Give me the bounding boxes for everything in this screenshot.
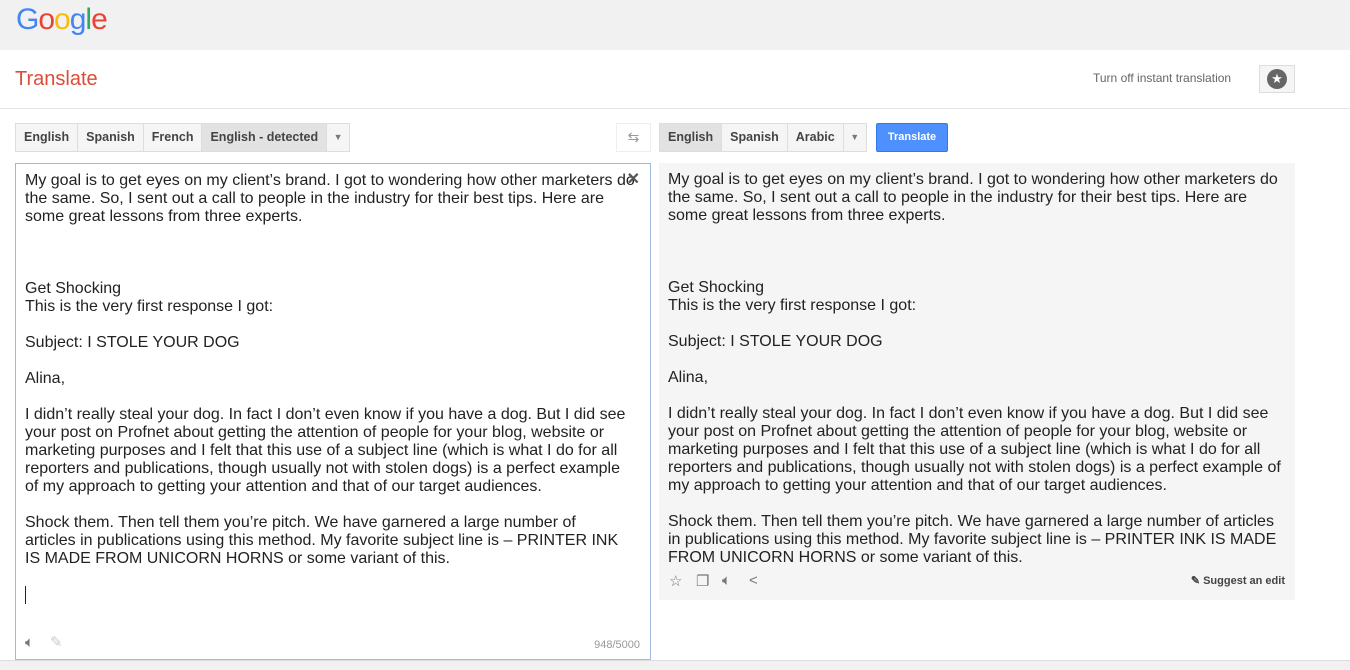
text-line [668, 225, 1281, 243]
text-line: in publications using this method. My fa… [668, 531, 1277, 548]
suggest-edit-link[interactable]: ✎ Suggest an edit [1191, 574, 1285, 587]
text-line [668, 351, 1281, 369]
target-lang-english[interactable]: English [660, 124, 723, 151]
text-line: of my approach to getting your attention… [25, 478, 542, 495]
instant-translation-toggle[interactable]: Turn off instant translation [1093, 71, 1231, 85]
source-lang-dropdown-icon[interactable]: ▼ [327, 124, 349, 151]
target-lang-arabic[interactable]: Arabic [788, 124, 844, 151]
star-icon[interactable]: ☆ [669, 572, 682, 590]
text-line [668, 261, 1281, 279]
page-title: Translate [15, 68, 98, 90]
text-line: My goal is to get eyes on my client’s br… [25, 172, 635, 189]
star-icon: ★ [1267, 69, 1287, 89]
text-line: My goal is to get eyes on my client’s br… [668, 171, 1278, 188]
source-language-bar: English Spanish French English - detecte… [15, 123, 351, 152]
target-lang-dropdown-icon[interactable]: ▼ [844, 124, 866, 151]
translate-button[interactable]: Translate [876, 123, 948, 152]
text-line: articles in publications using this meth… [25, 532, 619, 549]
text-line: some great lessons from three experts. [25, 208, 303, 225]
text-line: Alina, [25, 370, 66, 387]
source-lang-french[interactable]: French [144, 124, 203, 151]
translated-text: My goal is to get eyes on my client’s br… [668, 171, 1281, 567]
text-line: your post on Profnet about getting the a… [668, 423, 1248, 440]
text-line [25, 496, 635, 514]
target-language-bar: English Spanish Arabic ▼ [659, 123, 867, 152]
text-line: some great lessons from three experts. [668, 207, 946, 224]
text-line: the same. So, I sent out a call to peopl… [25, 190, 604, 207]
text-line: IS MADE FROM UNICORN HORNS or some varia… [25, 550, 450, 567]
bottom-bar [0, 660, 1350, 670]
speaker-icon[interactable]: 🔈︎ [722, 572, 731, 589]
character-count: 948/5000 [594, 639, 640, 651]
text-line: FROM UNICORN HORNS or some variant of th… [668, 549, 1023, 566]
translation-output: My goal is to get eyes on my client’s br… [659, 163, 1295, 600]
text-line: Subject: I STOLE YOUR DOG [668, 333, 883, 350]
text-line [25, 262, 635, 280]
source-lang-spanish[interactable]: Spanish [78, 124, 144, 151]
clear-icon[interactable]: ✕ [627, 169, 640, 189]
text-line [25, 388, 635, 406]
text-line: Get Shocking [668, 279, 765, 296]
text-line: I didn’t really steal your dog. In fact … [668, 405, 1269, 422]
text-line [668, 495, 1281, 513]
text-line: Subject: I STOLE YOUR DOG [25, 334, 240, 351]
source-lang-detected[interactable]: English - detected [202, 124, 328, 151]
text-line [668, 315, 1281, 333]
text-line [25, 352, 635, 370]
text-cursor [25, 586, 26, 604]
text-line [25, 244, 635, 262]
text-line: Alina, [668, 369, 709, 386]
text-line: Shock them. Then tell them you’re pitch.… [668, 513, 1274, 530]
pencil-icon: ✎ [1190, 575, 1204, 587]
pencil-icon[interactable]: ✎ [50, 633, 63, 651]
google-logo[interactable]: Google [16, 3, 108, 37]
text-line: marketing purposes and I felt that this … [25, 442, 618, 459]
text-line: your post on Profnet about getting the a… [25, 424, 605, 441]
target-lang-spanish[interactable]: Spanish [722, 124, 788, 151]
speaker-icon[interactable]: 🔈︎ [25, 634, 34, 651]
copy-icon[interactable]: ❐ [696, 572, 709, 590]
source-text[interactable]: My goal is to get eyes on my client’s br… [25, 172, 635, 568]
swap-languages-button[interactable]: ⇆ [616, 123, 651, 152]
text-line: This is the very first response I got: [25, 298, 274, 315]
text-line [25, 226, 635, 244]
text-line: reporters and publications, though usual… [668, 459, 1281, 476]
text-line [25, 316, 635, 334]
text-line: marketing purposes and I felt that this … [668, 441, 1261, 458]
phrasebook-button[interactable]: ★ [1259, 65, 1295, 93]
top-bar: Google [0, 0, 1350, 50]
text-line: the same. So, I sent out a call to peopl… [668, 189, 1247, 206]
text-line: Shock them. Then tell them you’re pitch.… [25, 514, 576, 531]
text-line [668, 243, 1281, 261]
text-line: reporters and publications, though usual… [25, 460, 621, 477]
text-line: I didn’t really steal your dog. In fact … [25, 406, 626, 423]
source-lang-english[interactable]: English [16, 124, 79, 151]
text-line: Get Shocking [25, 280, 122, 297]
source-textarea[interactable]: My goal is to get eyes on my client’s br… [15, 163, 651, 660]
text-line: This is the very first response I got: [668, 297, 917, 314]
share-icon[interactable]: < [749, 572, 758, 589]
text-line: my approach to getting your attention an… [668, 477, 1167, 494]
text-line [668, 387, 1281, 405]
